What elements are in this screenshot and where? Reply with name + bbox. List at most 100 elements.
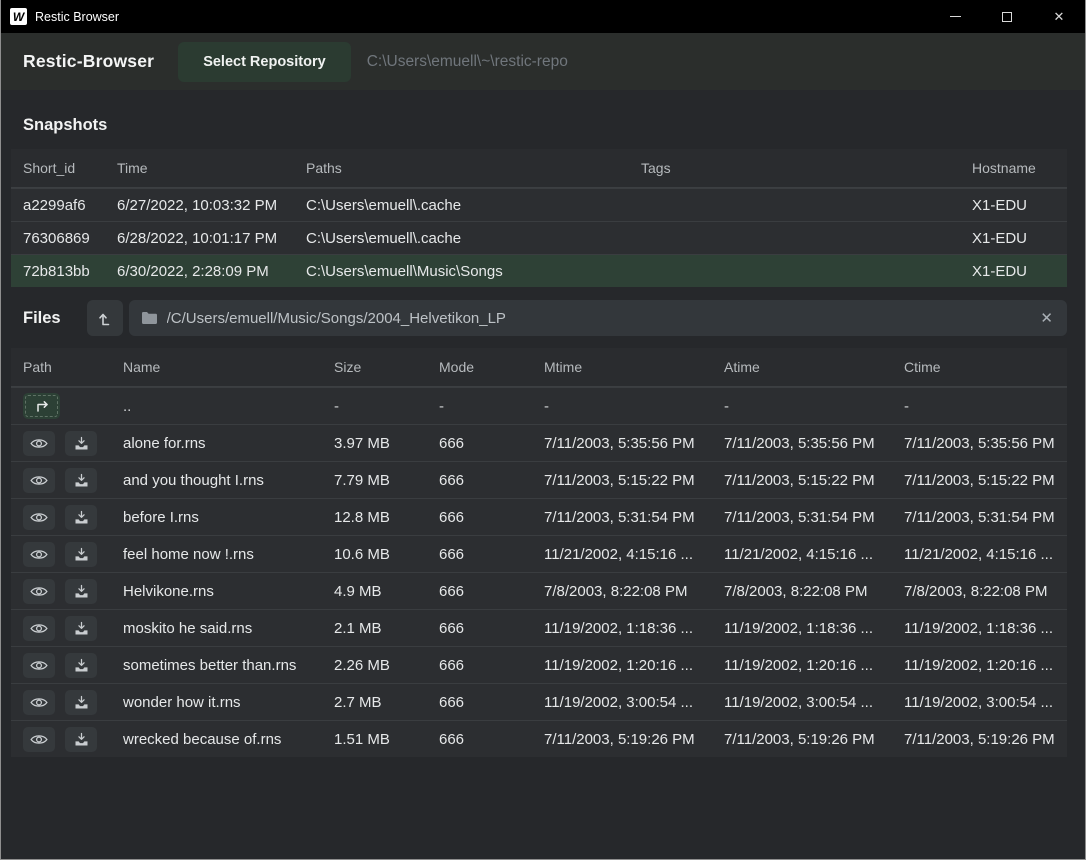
file-row[interactable]: moskito he said.rns 2.1 MB 666 11/19/200…	[11, 609, 1067, 646]
preview-button[interactable]	[23, 579, 55, 604]
preview-button[interactable]	[23, 468, 55, 493]
file-actions	[23, 616, 111, 641]
file-mode: 666	[427, 428, 532, 459]
file-ctime: 7/11/2003, 5:35:56 PM	[892, 428, 1067, 459]
file-ctime: 7/11/2003, 5:31:54 PM	[892, 502, 1067, 533]
download-button[interactable]	[65, 579, 97, 604]
snapshot-time: 6/30/2022, 2:28:09 PM	[105, 256, 294, 287]
snapshot-row[interactable]: a2299af6 6/27/2022, 10:03:32 PM C:\Users…	[11, 188, 1067, 221]
file-mtime: 11/19/2002, 3:00:54 ...	[532, 687, 712, 718]
snapshot-row[interactable]: 76306869 6/28/2022, 10:01:17 PM C:\Users…	[11, 221, 1067, 254]
file-row[interactable]: sometimes better than.rns 2.26 MB 666 11…	[11, 646, 1067, 683]
column-header-hostname: Hostname	[960, 149, 1067, 187]
parent-directory-row[interactable]: .. - - - - -	[11, 387, 1067, 424]
maximize-button[interactable]	[981, 0, 1033, 33]
file-size: 10.6 MB	[322, 539, 427, 570]
column-header-short-id: Short_id	[11, 149, 105, 187]
download-icon	[74, 473, 89, 488]
file-ctime: 7/11/2003, 5:15:22 PM	[892, 465, 1067, 496]
file-actions	[23, 431, 111, 456]
download-button[interactable]	[65, 690, 97, 715]
snapshot-hostname: X1-EDU	[960, 190, 1067, 221]
file-name: moskito he said.rns	[111, 613, 322, 644]
column-header-paths: Paths	[294, 149, 629, 187]
download-icon	[74, 436, 89, 451]
file-row[interactable]: Helvikone.rns 4.9 MB 666 7/8/2003, 8:22:…	[11, 572, 1067, 609]
download-button[interactable]	[65, 505, 97, 530]
file-mtime: 11/19/2002, 1:18:36 ...	[532, 613, 712, 644]
file-size: 7.79 MB	[322, 465, 427, 496]
file-mode: 666	[427, 687, 532, 718]
files-bar: Files /C/Users/emuell/Music/Songs/2004_H…	[11, 300, 1067, 336]
current-path-bar[interactable]: /C/Users/emuell/Music/Songs/2004_Helveti…	[129, 300, 1067, 336]
file-row[interactable]: and you thought I.rns 7.79 MB 666 7/11/2…	[11, 461, 1067, 498]
go-up-button[interactable]	[23, 393, 60, 419]
preview-button[interactable]	[23, 542, 55, 567]
go-to-root-button[interactable]	[87, 300, 123, 336]
file-size: -	[322, 391, 427, 422]
file-actions	[23, 505, 111, 530]
snapshots-table-body: a2299af6 6/27/2022, 10:03:32 PM C:\Users…	[11, 188, 1067, 287]
eye-icon	[30, 548, 48, 561]
close-button[interactable]: ✕	[1033, 0, 1085, 33]
app-window: W Restic Browser ✕ Restic-Browser Select…	[0, 0, 1086, 860]
preview-button[interactable]	[23, 727, 55, 752]
download-icon	[74, 584, 89, 599]
preview-button[interactable]	[23, 505, 55, 530]
file-ctime: 11/21/2002, 4:15:16 ...	[892, 539, 1067, 570]
minimize-button[interactable]	[929, 0, 981, 33]
file-row[interactable]: before I.rns 12.8 MB 666 7/11/2003, 5:31…	[11, 498, 1067, 535]
file-ctime: 7/8/2003, 8:22:08 PM	[892, 576, 1067, 607]
download-button[interactable]	[65, 616, 97, 641]
download-button[interactable]	[65, 542, 97, 567]
file-name: wrecked because of.rns	[111, 724, 322, 755]
file-size: 3.97 MB	[322, 428, 427, 459]
file-mtime: -	[532, 391, 712, 422]
top-bar: Restic-Browser Select Repository C:\User…	[1, 33, 1085, 90]
file-ctime: -	[892, 391, 1067, 422]
column-header-mtime: Mtime	[532, 348, 712, 386]
file-atime: 11/19/2002, 1:20:16 ...	[712, 650, 892, 681]
file-size: 2.7 MB	[322, 687, 427, 718]
file-actions	[23, 690, 111, 715]
select-repository-button[interactable]: Select Repository	[178, 42, 351, 82]
file-size: 4.9 MB	[322, 576, 427, 607]
snapshots-heading: Snapshots	[23, 116, 1085, 135]
file-mode: 666	[427, 502, 532, 533]
clear-path-button[interactable]: ✕	[1038, 309, 1055, 327]
files-heading: Files	[23, 309, 61, 328]
preview-button[interactable]	[23, 616, 55, 641]
file-mode: 666	[427, 465, 532, 496]
download-icon	[74, 547, 89, 562]
file-row[interactable]: feel home now !.rns 10.6 MB 666 11/21/20…	[11, 535, 1067, 572]
file-mode: 666	[427, 576, 532, 607]
file-name: before I.rns	[111, 502, 322, 533]
file-ctime: 11/19/2002, 1:20:16 ...	[892, 650, 1067, 681]
clear-path-icon: ✕	[1040, 310, 1053, 327]
snapshot-tags	[629, 231, 960, 245]
preview-button[interactable]	[23, 431, 55, 456]
snapshot-row[interactable]: 72b813bb 6/30/2022, 2:28:09 PM C:\Users\…	[11, 254, 1067, 287]
file-actions	[23, 542, 111, 567]
level-up-icon	[95, 309, 114, 328]
column-header-time: Time	[105, 149, 294, 187]
download-button[interactable]	[65, 468, 97, 493]
download-button[interactable]	[65, 431, 97, 456]
snapshot-paths: C:\Users\emuell\.cache	[294, 190, 629, 221]
file-row[interactable]: alone for.rns 3.97 MB 666 7/11/2003, 5:3…	[11, 424, 1067, 461]
file-row[interactable]: wonder how it.rns 2.7 MB 666 11/19/2002,…	[11, 683, 1067, 720]
snapshot-hostname: X1-EDU	[960, 223, 1067, 254]
preview-button[interactable]	[23, 653, 55, 678]
file-actions	[23, 468, 111, 493]
snapshot-short-id: a2299af6	[11, 190, 105, 221]
download-button[interactable]	[65, 653, 97, 678]
file-mode: 666	[427, 613, 532, 644]
download-icon	[74, 621, 89, 636]
column-header-size: Size	[322, 348, 427, 386]
download-button[interactable]	[65, 727, 97, 752]
file-name: feel home now !.rns	[111, 539, 322, 570]
preview-button[interactable]	[23, 690, 55, 715]
file-row[interactable]: wrecked because of.rns 1.51 MB 666 7/11/…	[11, 720, 1067, 757]
snapshot-paths: C:\Users\emuell\.cache	[294, 223, 629, 254]
file-atime: 7/11/2003, 5:19:26 PM	[712, 724, 892, 755]
